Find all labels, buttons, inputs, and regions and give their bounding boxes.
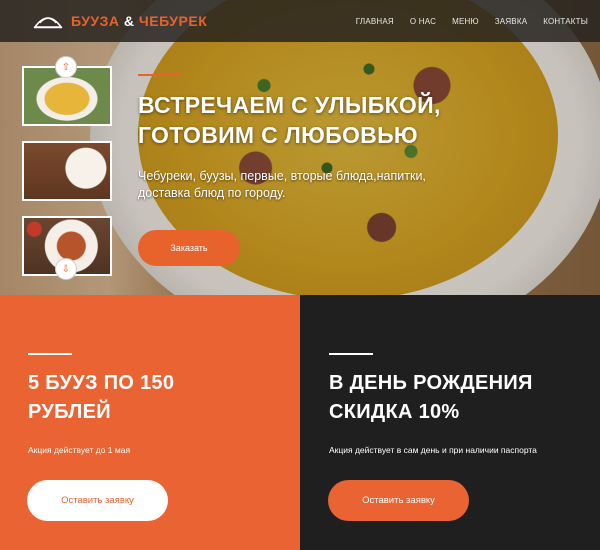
dumpling-logo-icon [33, 12, 63, 30]
promo-title-line2: РУБЛЕЙ [28, 401, 111, 423]
promo-accent-line [28, 353, 72, 355]
hero-subtitle: Чебуреки, буузы, первые, вторые блюда,на… [138, 169, 426, 200]
nav-item-menu[interactable]: МЕНЮ [452, 17, 479, 26]
arrow-up-icon: ⇧ [61, 61, 71, 73]
gallery-down-button[interactable]: ⇩ [55, 258, 77, 280]
brand-name: БУУЗА & ЧЕБУРЕК [71, 13, 207, 29]
leave-request-button[interactable]: Оставить заявку [328, 480, 469, 521]
hero-title: ВСТРЕЧАЕМ С УЛЫБКОЙ, ГОТОВИМ С ЛЮБОВЬЮ [138, 90, 538, 150]
promo-title-line1: В ДЕНЬ РОЖДЕНИЯ [329, 372, 533, 394]
leave-request-button[interactable]: Оставить заявку [27, 480, 168, 521]
order-button[interactable]: Заказать [138, 230, 240, 266]
arrow-down-icon: ⇩ [61, 263, 71, 275]
brand-amp: & [123, 13, 135, 29]
nav-menu: ГЛАВНАЯ О НАС МЕНЮ ЗАЯВКА КОНТАКТЫ [340, 17, 588, 26]
hero-content: ВСТРЕЧАЕМ С УЛЫБКОЙ, ГОТОВИМ С ЛЮБОВЬЮ Ч… [138, 74, 538, 266]
logo[interactable]: БУУЗА & ЧЕБУРЕК [33, 12, 207, 30]
promo-title-line1: 5 БУУЗ ПО 150 [28, 372, 175, 394]
hero-accent-line [138, 74, 182, 76]
nav-item-request[interactable]: ЗАЯВКА [495, 17, 527, 26]
promo-note: Акция действует в сам день и при наличии… [329, 445, 537, 455]
promo-note: Акция действует до 1 мая [28, 445, 131, 455]
brand-part2: ЧЕБУРЕК [138, 13, 208, 29]
hero-title-line2: ГОТОВИМ С ЛЮБОВЬЮ [138, 122, 418, 148]
nav-item-home[interactable]: ГЛАВНАЯ [356, 17, 394, 26]
promo-title: В ДЕНЬ РОЖДЕНИЯ СКИДКА 10% [329, 369, 533, 427]
nav-item-about[interactable]: О НАС [410, 17, 436, 26]
top-nav: БУУЗА & ЧЕБУРЕК ГЛАВНАЯ О НАС МЕНЮ ЗАЯВК… [0, 0, 600, 42]
promo-accent-line [329, 353, 373, 355]
brand-part1: БУУЗА [71, 13, 120, 29]
gallery-up-button[interactable]: ⇧ [55, 56, 77, 78]
hero-title-line1: ВСТРЕЧАЕМ С УЛЫБКОЙ, [138, 92, 441, 118]
promo-panel-buuz: 5 БУУЗ ПО 150 РУБЛЕЙ Акция действует до … [0, 295, 300, 550]
nav-item-contacts[interactable]: КОНТАКТЫ [543, 17, 588, 26]
promo-title: 5 БУУЗ ПО 150 РУБЛЕЙ [28, 369, 174, 427]
promo-panel-birthday: В ДЕНЬ РОЖДЕНИЯ СКИДКА 10% Акция действу… [300, 295, 600, 550]
promo-title-line2: СКИДКА 10% [329, 401, 460, 423]
gallery-thumb-salad[interactable] [22, 141, 112, 201]
